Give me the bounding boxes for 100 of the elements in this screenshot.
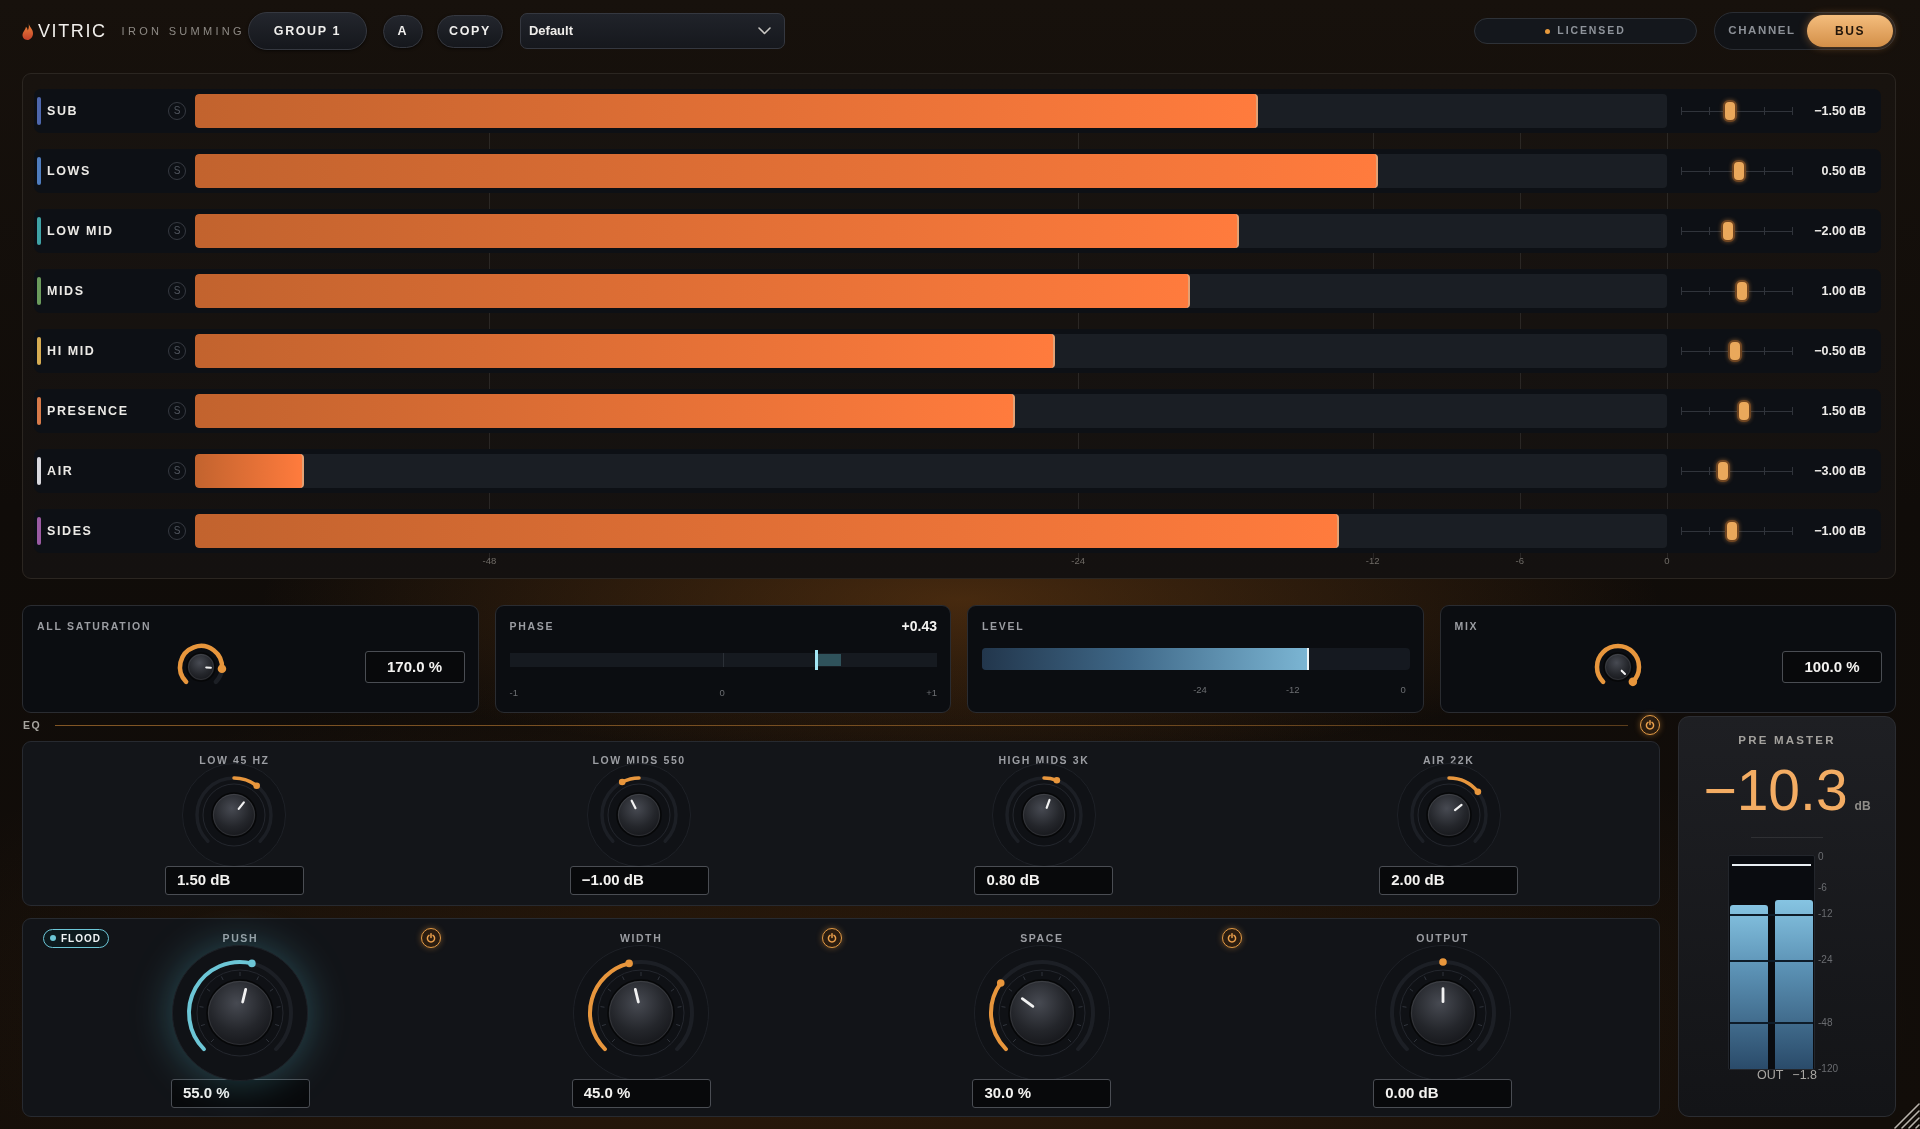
mode-tab[interactable]: CHANNEL bbox=[1717, 15, 1807, 47]
scale-label: -1 bbox=[509, 687, 518, 699]
knob-label: HIGH MIDS 3K bbox=[998, 753, 1090, 767]
logo-text: VITRIC bbox=[38, 22, 107, 40]
band-label: SUB bbox=[46, 102, 80, 120]
panel-title: PHASE bbox=[509, 619, 555, 633]
value-field[interactable]: 2.00 dB bbox=[1379, 866, 1519, 895]
knob-label: OUTPUT bbox=[1416, 931, 1469, 945]
gain-reading: 1.50 dB bbox=[1820, 402, 1866, 420]
scale-label: 0 bbox=[719, 687, 725, 699]
scale-label: -12 bbox=[1285, 684, 1300, 696]
slider-thumb[interactable] bbox=[1734, 280, 1749, 302]
power-icon bbox=[425, 933, 436, 943]
band-label: AIR bbox=[46, 462, 75, 480]
scale-label: -6 bbox=[1515, 554, 1524, 568]
knob[interactable] bbox=[172, 945, 309, 1081]
knob-dot-icon bbox=[619, 778, 626, 786]
scale-label: 0 bbox=[1400, 684, 1406, 696]
band-label: MIDS bbox=[46, 282, 86, 300]
knob-label: LOW MIDS 550 bbox=[592, 753, 686, 767]
mode-tab[interactable]: BUS bbox=[1807, 15, 1893, 47]
scale-label: -24 bbox=[1071, 554, 1086, 568]
power-button[interactable] bbox=[1640, 715, 1660, 735]
knob-label: AIR 22K bbox=[1422, 753, 1475, 767]
gain-reading: −1.00 dB bbox=[1813, 522, 1866, 540]
gain-reading: 1.00 dB bbox=[1820, 282, 1866, 300]
power-icon bbox=[1227, 933, 1238, 943]
knob-dot-icon bbox=[1474, 788, 1481, 796]
slider-thumb[interactable] bbox=[1727, 340, 1742, 362]
section-title: EQ bbox=[22, 718, 42, 732]
flood-toggle[interactable]: FLOOD bbox=[43, 928, 109, 948]
phase-reading: +0.43 bbox=[901, 619, 937, 633]
value-field[interactable]: 1.50 dB bbox=[164, 866, 304, 895]
slider-thumb[interactable] bbox=[1732, 160, 1747, 182]
scale-label: -12 bbox=[1818, 907, 1833, 920]
knob-dot-icon bbox=[1053, 776, 1060, 784]
scale-label: -24 bbox=[1818, 953, 1833, 966]
unit-label: dB bbox=[1854, 798, 1871, 815]
value-field[interactable]: −1.00 dB bbox=[569, 866, 709, 895]
knob-label: WIDTH bbox=[619, 931, 663, 945]
chevron-down-icon bbox=[757, 27, 771, 35]
gain-reading: −0.50 dB bbox=[1813, 342, 1866, 360]
band-label: LOWS bbox=[46, 162, 92, 180]
knob-dot-icon bbox=[253, 782, 261, 790]
header-button[interactable]: COPY bbox=[436, 14, 503, 48]
value-arc bbox=[177, 643, 224, 685]
scale-label: +1 bbox=[926, 687, 937, 699]
knob-label: PUSH bbox=[222, 931, 259, 945]
resize-grip-icon[interactable] bbox=[1894, 1101, 1920, 1129]
slider-thumb[interactable] bbox=[1716, 460, 1730, 482]
indicator-dot-icon bbox=[50, 935, 56, 941]
band-label: LOW MID bbox=[46, 222, 115, 240]
scale-label: -12 bbox=[1365, 554, 1380, 568]
slider-thumb[interactable] bbox=[1720, 220, 1735, 242]
gain-reading: −1.50 dB bbox=[1813, 102, 1866, 120]
scale-label: 0 bbox=[1818, 850, 1824, 863]
band-label: SIDES bbox=[46, 522, 94, 540]
knob-pointer bbox=[1620, 669, 1627, 676]
value-field[interactable]: 0.80 dB bbox=[974, 866, 1114, 895]
power-button[interactable] bbox=[420, 928, 441, 948]
phase-slider[interactable] bbox=[509, 650, 937, 670]
value-field[interactable]: 55.0 % bbox=[170, 1079, 310, 1108]
panel-title: MIX bbox=[1454, 619, 1480, 633]
value-field[interactable]: 30.0 % bbox=[972, 1079, 1112, 1108]
power-icon bbox=[826, 933, 837, 943]
value-field[interactable]: 0.00 dB bbox=[1373, 1079, 1513, 1108]
power-icon bbox=[1645, 720, 1655, 730]
scale-label: -120 bbox=[1818, 1062, 1838, 1075]
product-name: IRON SUMMING bbox=[121, 23, 245, 39]
value-arc bbox=[1446, 776, 1480, 794]
preset-dropdown[interactable]: Default bbox=[519, 13, 785, 49]
scale-label: -24 bbox=[1193, 684, 1207, 696]
header-button[interactable]: A bbox=[382, 14, 423, 48]
value-field[interactable]: 100.0 % bbox=[1782, 651, 1882, 683]
slider-thumb[interactable] bbox=[1725, 520, 1740, 542]
slider-thumb[interactable] bbox=[1737, 400, 1751, 422]
value-field[interactable]: 45.0 % bbox=[571, 1079, 711, 1108]
knob[interactable] bbox=[573, 945, 710, 1081]
power-button[interactable] bbox=[821, 928, 842, 948]
value-field[interactable]: 170.0 % bbox=[364, 651, 465, 683]
status-dot-icon bbox=[1545, 28, 1551, 34]
band-label: PRESENCE bbox=[46, 402, 130, 420]
gain-reading: 0.50 dB bbox=[1820, 162, 1866, 180]
out-label: OUT bbox=[1756, 1069, 1784, 1081]
panel-title: PRE MASTER bbox=[1738, 733, 1836, 747]
slider-thumb[interactable] bbox=[1723, 100, 1737, 122]
out-reading: −1.8 bbox=[1792, 1069, 1818, 1081]
knob-label: LOW 45 HZ bbox=[199, 753, 270, 767]
scale-label: -48 bbox=[1818, 1016, 1833, 1029]
pre-master-reading: −10.3 bbox=[1703, 759, 1848, 821]
header-button[interactable]: GROUP 1 bbox=[247, 12, 367, 50]
gain-reading: −3.00 dB bbox=[1813, 462, 1866, 480]
scale-label: 0 bbox=[1664, 554, 1670, 568]
panel-title: LEVEL bbox=[982, 619, 1026, 633]
license-label: LICENSED bbox=[1557, 23, 1626, 39]
knob-pointer bbox=[204, 666, 212, 669]
power-button[interactable] bbox=[1222, 928, 1243, 948]
knob-label: SPACE bbox=[1020, 931, 1064, 945]
band-label: HI MID bbox=[46, 342, 97, 360]
scale-label: -48 bbox=[482, 554, 497, 568]
